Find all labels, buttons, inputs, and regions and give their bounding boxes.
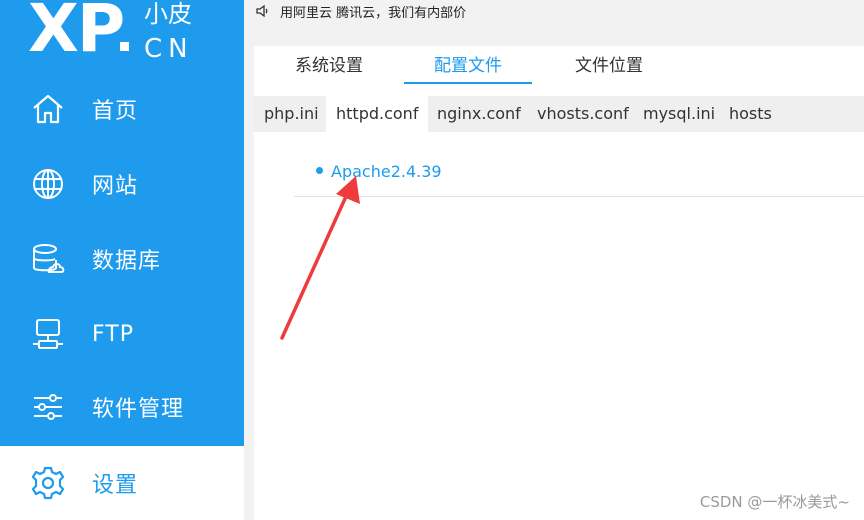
subtab-httpd-conf[interactable]: httpd.conf	[326, 96, 429, 132]
sidebar: XP 小皮 CN 首页 网站 数据库 FTP 软件管理 设置	[0, 0, 244, 520]
sidebar-item-website[interactable]: 网站	[0, 147, 244, 221]
promo-notice-text: 用阿里云 腾讯云，我们有内部价	[280, 5, 467, 21]
sidebar-item-label: 软件管理	[92, 397, 185, 422]
sidebar-item-ftp[interactable]: FTP	[0, 297, 244, 371]
logo-dot	[120, 42, 129, 51]
subtab-nginx-conf[interactable]: nginx.conf	[427, 96, 531, 132]
sidebar-item-label: 首页	[92, 99, 139, 124]
sliders-icon	[30, 389, 66, 425]
sidebar-item-label: FTP	[92, 321, 134, 347]
sidebar-gutter	[244, 0, 254, 520]
logo-bottom-text: CN	[144, 34, 194, 64]
subtab-mysql-ini[interactable]: mysql.ini	[633, 96, 725, 132]
home-icon	[30, 91, 66, 127]
settings-tabs: 系统设置 配置文件 文件位置	[254, 48, 864, 86]
config-file-tabs: php.ini httpd.conf nginx.conf vhosts.con…	[254, 96, 864, 132]
subtab-php-ini[interactable]: php.ini	[254, 96, 329, 132]
watermark: CSDN @一杯冰美式~	[699, 493, 850, 511]
sidebar-item-database[interactable]: 数据库	[0, 222, 244, 296]
logo-main-text: XP	[28, 0, 125, 67]
promo-notice[interactable]: 用阿里云 腾讯云，我们有内部价	[256, 0, 466, 22]
sidebar-item-home[interactable]: 首页	[0, 72, 244, 146]
gear-icon	[30, 465, 66, 501]
subtab-hosts[interactable]: hosts	[719, 96, 782, 132]
app-logo: XP 小皮 CN	[28, 0, 238, 68]
sidebar-item-software[interactable]: 软件管理	[0, 370, 244, 444]
tab-system-settings[interactable]: 系统设置	[284, 48, 374, 84]
subtab-vhosts-conf[interactable]: vhosts.conf	[527, 96, 639, 132]
annotation-arrow-icon	[280, 176, 360, 340]
speaker-icon	[256, 3, 272, 19]
tab-file-location[interactable]: 文件位置	[564, 48, 654, 84]
database-icon	[30, 241, 66, 277]
sidebar-item-settings[interactable]: 设置	[0, 446, 244, 520]
sidebar-item-label: 网站	[92, 174, 139, 199]
logo-top-text: 小皮	[144, 0, 192, 28]
globe-icon	[30, 166, 66, 202]
sidebar-item-label: 设置	[92, 473, 139, 498]
sidebar-item-label: 数据库	[92, 249, 162, 274]
ftp-icon	[30, 316, 66, 352]
tab-config-files[interactable]: 配置文件	[404, 48, 532, 84]
